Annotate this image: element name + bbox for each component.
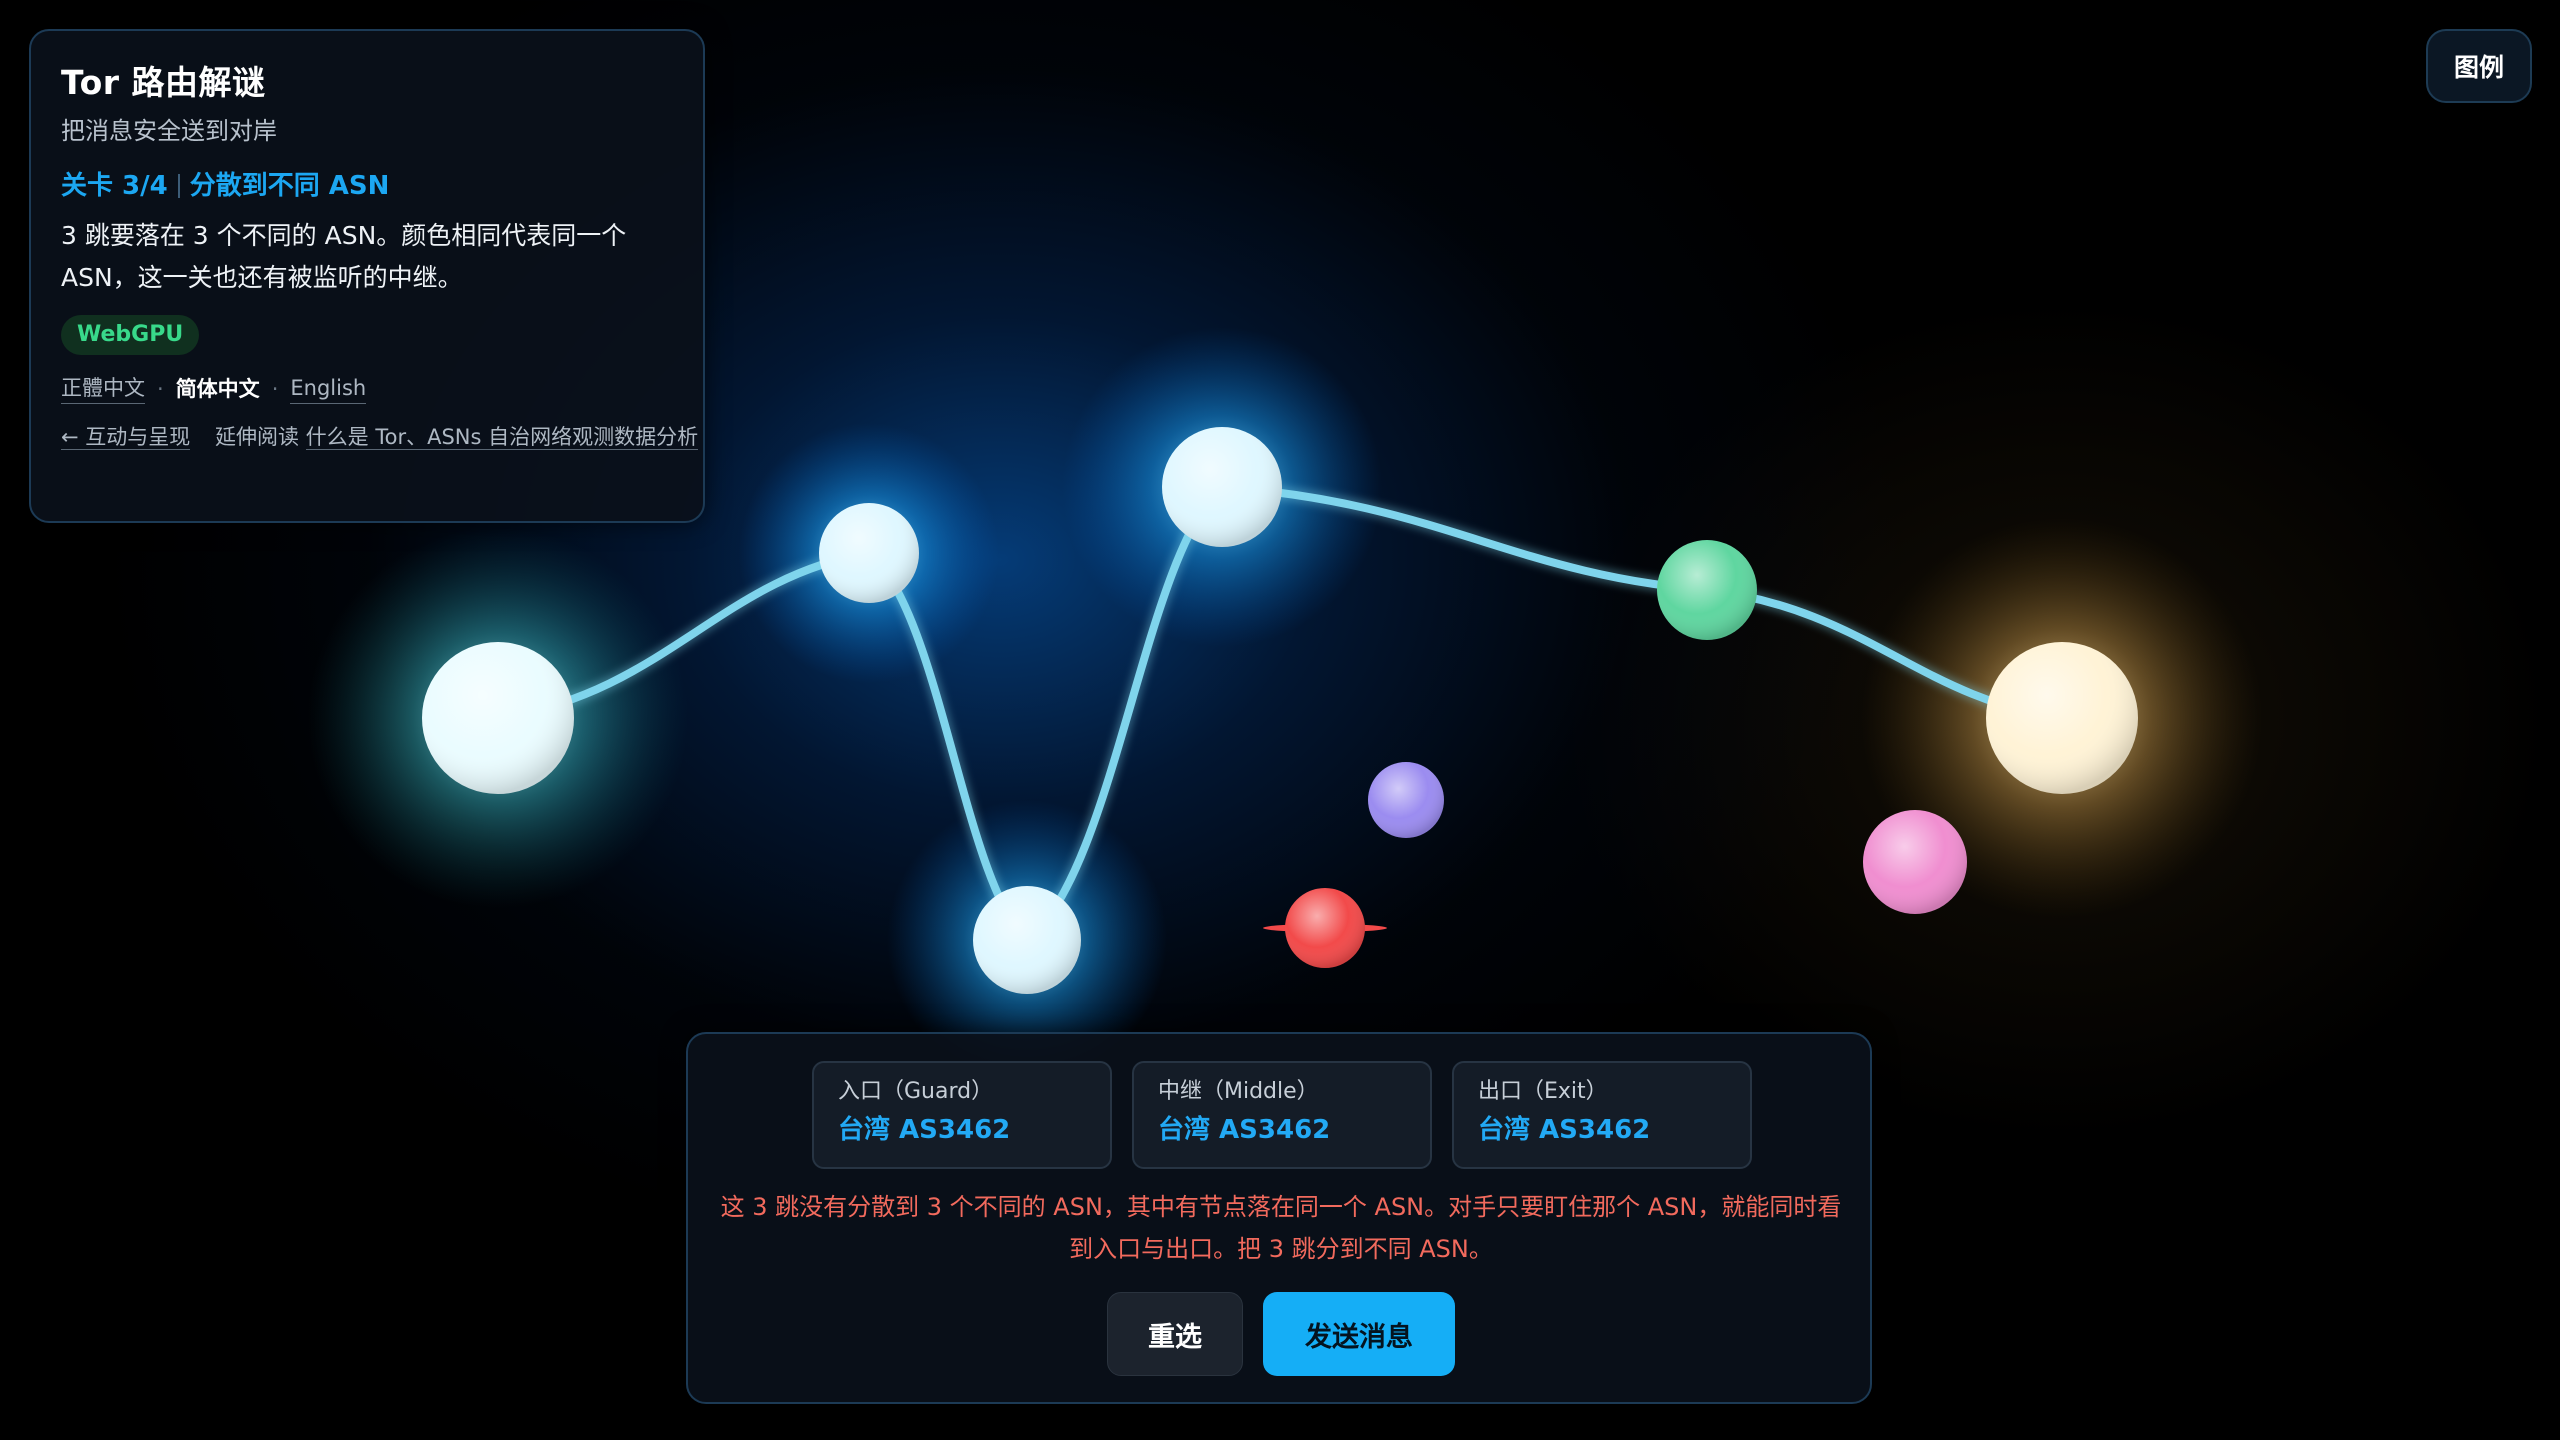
relay-node-shading [1368,762,1444,838]
relay-node-shading [1285,888,1365,968]
level-indicator: 关卡 3/4 分散到不同 ASN [61,169,673,203]
hop-asn: 台湾 AS3462 [1158,1115,1331,1145]
relay-node-shading [973,886,1081,994]
lang-traditional-chinese[interactable]: 正體中文 [61,373,145,404]
legend-button[interactable]: 图例 [2426,29,2532,103]
back-link[interactable]: ← 互动与呈现 [61,425,191,450]
action-buttons: 重选 发送消息 [688,1292,1874,1376]
level-name: 分散到不同 ASN [189,171,390,201]
hop-role: 出口（Exit） [1478,1079,1608,1104]
renderer-badge: WebGPU [61,315,200,355]
game-stage: Tor 路由解谜 把消息安全送到对岸 关卡 3/4 分散到不同 ASN 3 跳要… [0,0,2560,1440]
asn-warning-message: 这 3 跳没有分散到 3 个不同的 ASN，其中有节点落在同一个 ASN。对手只… [720,1193,1842,1263]
relay-node-shading [1986,642,2138,794]
page-title: Tor 路由解谜 [61,63,266,102]
lang-separator: · [157,376,164,401]
hop-list: 入口（Guard） 台湾 AS3462 中继（Middle） 台湾 AS3462… [812,1061,1752,1169]
relay-node-shading [1863,810,1967,914]
hop-card-guard[interactable]: 入口（Guard） 台湾 AS3462 [812,1061,1112,1169]
language-switcher: 正體中文 · 简体中文 · English [61,373,673,404]
related-links: ← 互动与呈现 延伸阅读 什么是 Tor、ASNs 自治网络观测数据分析 [61,420,701,454]
relay-node-shading [422,642,574,794]
hop-card-exit[interactable]: 出口（Exit） 台湾 AS3462 [1452,1061,1752,1169]
lang-english[interactable]: English [290,373,367,404]
level-description: 3 跳要落在 3 个不同的 ASN。颜色相同代表同一个 ASN，这一关也还有被监… [61,221,627,292]
hop-card-middle[interactable]: 中继（Middle） 台湾 AS3462 [1132,1061,1432,1169]
hop-asn: 台湾 AS3462 [838,1115,1011,1145]
reselect-button[interactable]: 重选 [1107,1292,1243,1376]
level-number: 关卡 3/4 [61,171,168,201]
page-subtitle: 把消息安全送到对岸 [61,117,277,145]
further-reading-label: 延伸阅读 [214,425,299,449]
hop-role: 中继（Middle） [1158,1079,1319,1104]
level-divider [177,174,180,198]
further-reading-link[interactable]: 什么是 Tor、ASNs 自治网络观测数据分析 [305,425,699,450]
route-panel: 入口（Guard） 台湾 AS3462 中继（Middle） 台湾 AS3462… [686,1032,1872,1404]
relay-node-shading [1162,427,1282,547]
hop-asn: 台湾 AS3462 [1478,1115,1651,1145]
info-panel: Tor 路由解谜 把消息安全送到对岸 关卡 3/4 分散到不同 ASN 3 跳要… [29,29,705,523]
lang-separator: · [271,376,279,401]
send-message-button[interactable]: 发送消息 [1263,1292,1455,1376]
lang-simplified-chinese[interactable]: 简体中文 [176,374,260,404]
hop-role: 入口（Guard） [838,1079,994,1104]
relay-node-shading [819,503,919,603]
relay-node-shading [1657,540,1757,640]
